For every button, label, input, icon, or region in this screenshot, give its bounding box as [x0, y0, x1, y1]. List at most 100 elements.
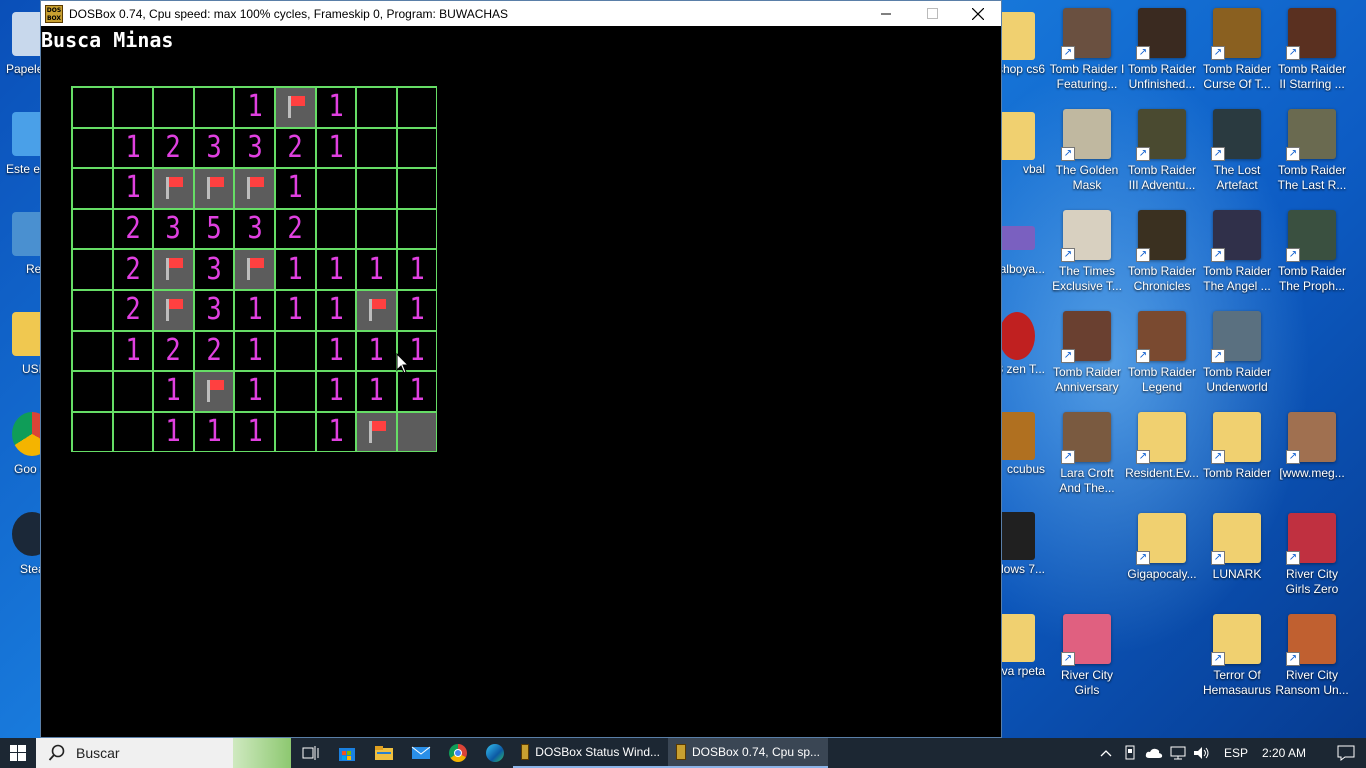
board-cell[interactable] [356, 168, 397, 209]
desktop-icon[interactable]: ↗ Tomb Raider Curse Of T... [1199, 4, 1275, 102]
board-cell[interactable]: 1 [153, 371, 194, 412]
desktop-icon-chrome[interactable]: Goo Chro [0, 408, 42, 506]
board-cell[interactable] [356, 411, 397, 453]
desktop-icon-network[interactable]: Re [0, 208, 42, 306]
desktop-icon[interactable]: ↗ Tomb Raider The Last R... [1274, 105, 1350, 203]
desktop-icon-recycle-bin[interactable]: Papele recic [0, 8, 42, 106]
desktop-icon[interactable]: ↗ Tomb Raider Anniversary [1049, 307, 1125, 405]
board-cell[interactable]: 1 [112, 330, 154, 372]
board-cell[interactable]: 1 [315, 87, 357, 128]
board-cell[interactable] [72, 87, 113, 128]
taskbar-mail[interactable] [402, 738, 439, 768]
board-cell[interactable]: 3 [153, 208, 194, 250]
board-cell[interactable] [112, 371, 154, 412]
tray-volume[interactable] [1190, 738, 1214, 768]
desktop-icon[interactable]: ↗ River City Girls [1049, 610, 1125, 708]
desktop-icon[interactable]: ↗ The Golden Mask [1049, 105, 1125, 203]
board-cell[interactable] [356, 208, 397, 250]
desktop-icon-macos[interactable]: sm 1.4 dows 7... [997, 508, 1055, 606]
desktop-icon-warcraft[interactable]: rcraft 3 zen T... [997, 308, 1055, 406]
tray-onedrive[interactable] [1142, 738, 1166, 768]
board-cell[interactable]: 1 [234, 371, 275, 412]
board-cell[interactable] [193, 371, 235, 412]
board-cell[interactable] [356, 127, 397, 169]
desktop-icon[interactable]: ↗ Lara Croft And The... [1049, 408, 1125, 506]
board-cell[interactable] [72, 249, 113, 290]
tray-device[interactable] [1118, 738, 1142, 768]
board-cell[interactable] [72, 127, 113, 169]
taskbar-edge[interactable] [476, 738, 513, 768]
taskbar-chrome[interactable] [439, 738, 476, 768]
board-cell[interactable] [396, 127, 438, 169]
board-cell[interactable] [396, 208, 438, 250]
board-cell[interactable]: 1 [234, 289, 275, 331]
board-cell[interactable] [112, 411, 154, 453]
board-cell[interactable] [396, 87, 438, 128]
board-cell[interactable]: 3 [234, 127, 275, 169]
minesweeper-board[interactable]: 1112332111235322311112311111221111111111… [71, 86, 438, 453]
board-cell[interactable] [315, 168, 357, 209]
desktop-icon[interactable]: ↗ Tomb Raider III Adventu... [1124, 105, 1200, 203]
board-cell[interactable]: 1 [315, 330, 357, 372]
desktop-icon[interactable]: ↗ River City Ransom Un... [1274, 610, 1350, 708]
task-view-button[interactable] [291, 738, 328, 768]
board-cell[interactable]: 1 [274, 289, 316, 331]
maximize-button[interactable] [909, 1, 955, 26]
board-cell[interactable]: 1 [315, 411, 357, 453]
board-cell[interactable] [396, 168, 438, 209]
desktop-icon[interactable]: ↗ Terror Of Hemasaurus [1199, 610, 1275, 708]
desktop-icon-succubus[interactable]: ccubus [997, 408, 1055, 506]
board-cell[interactable]: 1 [274, 168, 316, 209]
board-cell[interactable] [153, 168, 194, 209]
tray-clock[interactable]: 2:20 AM [1262, 746, 1306, 760]
board-cell[interactable] [72, 330, 113, 372]
desktop-icon[interactable]: ↗ Tomb Raider Underworld [1199, 307, 1275, 405]
taskbar-task-dosbox-status[interactable]: DOSBox Status Wind... [513, 738, 668, 768]
board-cell[interactable] [153, 249, 194, 290]
board-cell[interactable]: 1 [396, 289, 438, 331]
board-cell[interactable]: 1 [234, 87, 275, 128]
board-cell[interactable] [72, 411, 113, 453]
board-cell[interactable]: 1 [234, 411, 275, 453]
board-cell[interactable]: 3 [193, 249, 235, 290]
board-cell[interactable] [274, 411, 316, 453]
board-cell[interactable]: 1 [315, 371, 357, 412]
window-titlebar[interactable]: DOS BOX DOSBox 0.74, Cpu speed: max 100%… [41, 1, 1001, 26]
minimize-button[interactable] [863, 1, 909, 26]
board-cell[interactable] [274, 330, 316, 372]
dosbox-window[interactable]: DOS BOX DOSBox 0.74, Cpu speed: max 100%… [40, 0, 1002, 738]
board-cell[interactable]: 5 [193, 208, 235, 250]
tray-network[interactable] [1166, 738, 1190, 768]
taskbar-file-explorer[interactable] [365, 738, 402, 768]
taskbar-task-dosbox-main[interactable]: DOSBox 0.74, Cpu sp... [668, 738, 828, 768]
board-cell[interactable]: 1 [153, 411, 194, 453]
board-cell[interactable] [153, 87, 194, 128]
desktop-icon[interactable]: ↗ [www.meg... [1274, 408, 1350, 506]
start-button[interactable] [0, 738, 36, 768]
desktop-icon-this-pc[interactable]: Este eq [0, 108, 42, 206]
board-cell[interactable] [356, 289, 397, 331]
board-cell[interactable]: 1 [193, 411, 235, 453]
desktop-icon[interactable]: ↗ Tomb Raider [1199, 408, 1275, 506]
board-cell[interactable]: 3 [193, 127, 235, 169]
board-cell[interactable] [315, 208, 357, 250]
tray-overflow-button[interactable] [1094, 738, 1118, 768]
board-cell[interactable]: 1 [396, 249, 438, 290]
board-cell[interactable]: 1 [315, 127, 357, 169]
desktop-icon[interactable]: ↗ Tomb Raider The Proph... [1274, 206, 1350, 304]
board-cell[interactable] [274, 371, 316, 412]
board-cell[interactable]: 1 [356, 330, 397, 372]
board-cell[interactable] [356, 87, 397, 128]
board-cell[interactable]: 2 [193, 330, 235, 372]
desktop-icon[interactable]: ↗ Gigapocaly... [1124, 509, 1200, 607]
dos-screen[interactable]: Busca Minas 1112332111235322311112311111… [41, 26, 1001, 737]
desktop-icon[interactable]: ↗ Resident.Ev... [1124, 408, 1200, 506]
desktop-icon-vbal[interactable]: vbal [997, 108, 1055, 206]
desktop-icon-alboya[interactable]: alboya... [997, 208, 1055, 306]
board-cell[interactable]: 1 [234, 330, 275, 372]
board-cell[interactable] [193, 168, 235, 209]
close-button[interactable] [955, 1, 1001, 26]
tray-language[interactable]: ESP [1224, 746, 1248, 760]
board-cell[interactable] [396, 411, 438, 453]
desktop-icon-new-folder[interactable]: lueva rpeta [997, 610, 1055, 708]
